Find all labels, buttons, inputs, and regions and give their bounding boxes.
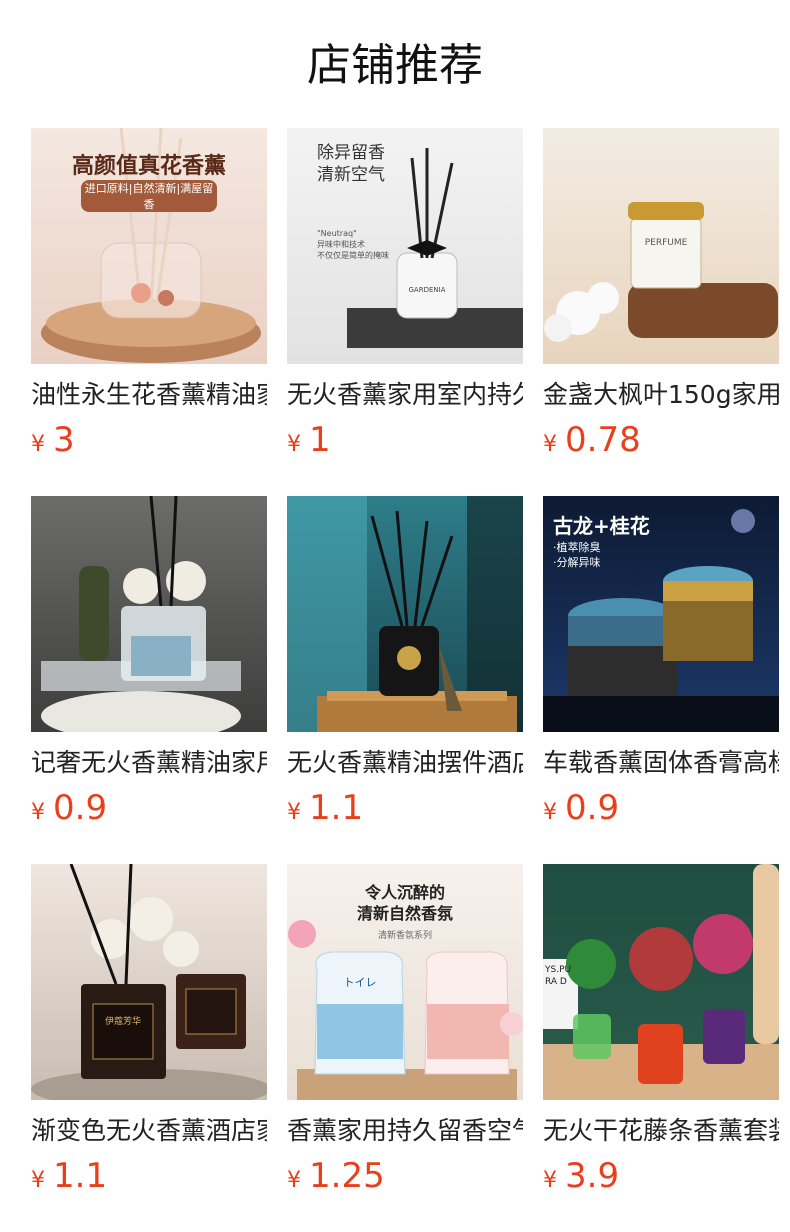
product-image[interactable]	[287, 496, 523, 732]
product-card[interactable]: YS.PU RA D 无火干花藤条香薰套装 ¥3.9	[543, 864, 779, 1202]
product-card[interactable]: 记奢无火香薰精油家用室内 ¥0.9	[31, 496, 267, 834]
product-image[interactable]	[31, 496, 267, 732]
product-image-headline: 古龙+桂花	[553, 514, 650, 538]
product-card[interactable]: 高颜值真花香薰 进口原料|自然清新|满屋留香 油性永生花香薰精油家用室内持久 ¥…	[31, 128, 267, 466]
product-image-headline: 令人沉醉的 清新自然香氛	[356, 883, 453, 923]
product-image-subtitle: 进口原料|自然清新|满屋留香	[81, 180, 217, 212]
product-name[interactable]: 记奢无火香薰精油家用室内	[31, 746, 267, 780]
product-price: ¥0.78	[543, 420, 779, 466]
product-image[interactable]: 古龙+桂花 ·植萃除臭 ·分解异味	[543, 496, 779, 732]
product-photo-art	[31, 864, 267, 1100]
product-name[interactable]: 金盏大枫叶150g家用香薰	[543, 378, 779, 412]
currency-symbol: ¥	[543, 800, 557, 825]
product-name[interactable]: 车载香薰固体香膏高档	[543, 746, 779, 780]
price-value: 1.1	[309, 788, 364, 828]
product-photo-art	[287, 496, 523, 732]
product-image-subtitle: 清新香氛系列	[377, 931, 432, 941]
product-image-label: PERFUME	[644, 238, 688, 248]
price-value: 3.9	[565, 1156, 620, 1196]
product-name[interactable]: 油性永生花香薰精油家用室内持久	[31, 378, 267, 412]
product-name[interactable]: 渐变色无火香薰酒店家用	[31, 1114, 267, 1148]
product-image[interactable]: PERFUME	[543, 128, 779, 364]
product-image-subtitle: ·植萃除臭 ·分解异味	[553, 541, 601, 569]
price-value: 1.25	[309, 1156, 385, 1196]
currency-symbol: ¥	[31, 800, 45, 825]
product-image[interactable]: 伊蔻芳华	[31, 864, 267, 1100]
price-value: 1.1	[53, 1156, 108, 1196]
product-image-label: GARDENIA	[408, 286, 446, 294]
page-title: 店铺推荐	[307, 40, 483, 91]
product-card[interactable]: 除异留香 清新空气 "Neutraq" 异味中和技术 不仅仅是简单的掩味 GAR…	[287, 128, 523, 466]
product-image-headline: 除异留香 清新空气	[317, 143, 385, 185]
product-photo-art	[41, 496, 241, 732]
product-price: ¥1.1	[287, 788, 523, 834]
product-name[interactable]: 无火香薰精油摆件酒店	[287, 746, 523, 780]
product-image-label: YS.PU RA D	[545, 965, 572, 987]
product-price: ¥3.9	[543, 1156, 779, 1202]
product-card[interactable]: 令人沉醉的 清新自然香氛 清新香氛系列 トイレ 香薰家用持久留香空气清新剂 ¥1…	[287, 864, 523, 1202]
product-name[interactable]: 无火香薰家用室内持久留香	[287, 378, 523, 412]
price-value: 0.9	[565, 788, 620, 828]
product-image[interactable]: 令人沉醉的 清新自然香氛 清新香氛系列 トイレ	[287, 864, 523, 1100]
price-value: 1	[309, 420, 331, 460]
product-price: ¥1.25	[287, 1156, 523, 1202]
currency-symbol: ¥	[543, 432, 557, 457]
product-price: ¥1	[287, 420, 523, 466]
product-price: ¥0.9	[543, 788, 779, 834]
product-photo-art	[543, 864, 779, 1100]
product-name[interactable]: 香薰家用持久留香空气清新剂	[287, 1114, 523, 1148]
product-image[interactable]: 高颜值真花香薰 进口原料|自然清新|满屋留香	[31, 128, 267, 364]
product-price: ¥1.1	[31, 1156, 267, 1202]
price-value: 0.78	[565, 420, 641, 460]
product-card[interactable]: 古龙+桂花 ·植萃除臭 ·分解异味 车载香薰固体香膏高档 ¥0.9	[543, 496, 779, 834]
currency-symbol: ¥	[31, 1168, 45, 1193]
product-image[interactable]: 除异留香 清新空气 "Neutraq" 异味中和技术 不仅仅是简单的掩味 GAR…	[287, 128, 523, 364]
product-image-subtitle: "Neutraq" 异味中和技术 不仅仅是简单的掩味	[317, 229, 389, 260]
currency-symbol: ¥	[287, 800, 301, 825]
product-image[interactable]: YS.PU RA D	[543, 864, 779, 1100]
currency-symbol: ¥	[543, 1168, 557, 1193]
currency-symbol: ¥	[31, 432, 45, 457]
product-image-label: 伊蔻芳华	[104, 1017, 141, 1027]
product-card[interactable]: 伊蔻芳华 渐变色无火香薰酒店家用 ¥1.1	[31, 864, 267, 1202]
product-card[interactable]: PERFUME 金盏大枫叶150g家用香薰 ¥0.78	[543, 128, 779, 466]
currency-symbol: ¥	[287, 432, 301, 457]
product-price: ¥3	[31, 420, 267, 466]
price-value: 0.9	[53, 788, 108, 828]
product-price: ¥0.9	[31, 788, 267, 834]
product-name[interactable]: 无火干花藤条香薰套装	[543, 1114, 779, 1148]
price-value: 3	[53, 420, 75, 460]
currency-symbol: ¥	[287, 1168, 301, 1193]
product-image-label: トイレ	[343, 976, 377, 989]
product-card[interactable]: 无火香薰精油摆件酒店 ¥1.1	[287, 496, 523, 834]
product-image-headline: 高颜值真花香薰	[71, 154, 226, 179]
